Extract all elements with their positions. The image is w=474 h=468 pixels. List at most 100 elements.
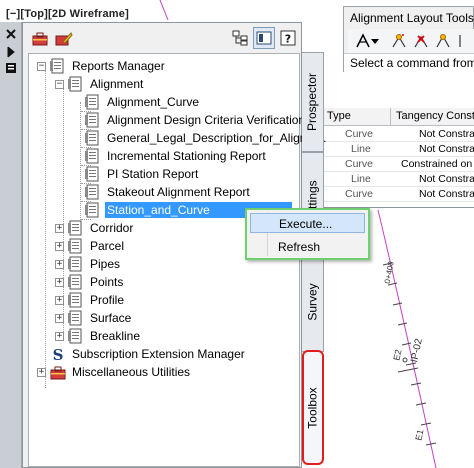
expand-icon[interactable]: + [37, 367, 46, 377]
auto-hide-icon[interactable] [6, 46, 16, 61]
alignment-tools-toolbar [348, 29, 474, 53]
tree-item-report[interactable]: Alignment Design Criteria Verification [85, 111, 307, 129]
report-folder-icon [68, 238, 84, 254]
subscription-s-icon: S [50, 346, 66, 364]
properties-icon[interactable] [5, 62, 17, 77]
menu-item-refresh[interactable]: Refresh [250, 237, 365, 257]
command-prompt-text: Select a command from the [350, 56, 474, 70]
report-icon [85, 166, 101, 182]
collapse-icon[interactable]: − [37, 61, 46, 71]
tree-label: Alignment Design Criteria Verification [107, 113, 306, 127]
tree-item-miscellaneous-utilities[interactable]: + Miscellaneous Utilities [37, 363, 192, 381]
expand-icon[interactable]: + [55, 259, 64, 269]
tree-item-profile[interactable]: + Profile [55, 291, 126, 309]
tree-item-pipes[interactable]: + Pipes [55, 255, 122, 273]
report-icon [85, 94, 101, 110]
tree-label: Subscription Extension Manager [72, 347, 245, 361]
help-icon[interactable]: ? [277, 27, 299, 49]
tree-label: PI Station Report [107, 167, 199, 181]
tree-label: Surface [90, 311, 132, 325]
alignment-layout-tools-window: Alignment Layout Tools Select a command … [343, 6, 474, 72]
tree-item-report[interactable]: General_Legal_Description_for_Alignm... [85, 129, 328, 147]
delete-pi-icon[interactable] [410, 30, 432, 52]
report-icon [85, 130, 101, 146]
report-folder-icon [68, 256, 84, 272]
report-icon [85, 112, 101, 128]
toolspace-title-strip [0, 22, 22, 468]
break-apart-pi-icon[interactable] [432, 30, 454, 52]
toolbox-icon [50, 364, 66, 380]
alignment-tools-status-bar: Select a command from the [344, 53, 474, 72]
tree-item-report[interactable]: Incremental Stationing Report [85, 147, 268, 165]
tree-item-parcel[interactable]: + Parcel [55, 237, 126, 255]
tab-prospector[interactable]: Prospector [302, 52, 324, 152]
grid-row[interactable]: Line Not Constrained [321, 142, 474, 157]
tree-label: Alignment_Curve [107, 95, 200, 109]
tree-label: Incremental Stationing Report [107, 149, 266, 163]
expand-icon[interactable]: + [55, 313, 64, 323]
tab-toolbox[interactable]: Toolbox [302, 350, 324, 465]
toolbox-tree: − Reports Manager − Alignment Alignment_… [28, 53, 326, 467]
grid-row[interactable]: Curve Constrained on Both [321, 157, 474, 172]
grid-row[interactable]: Curve Not Constrained [321, 127, 474, 142]
tree-label: Alignment [90, 77, 144, 91]
tree-item-report[interactable]: Stakeout Alignment Report [85, 183, 252, 201]
tree-label: Miscellaneous Utilities [72, 365, 191, 379]
expand-icon[interactable]: + [55, 241, 64, 251]
tree-item-corridor[interactable]: + Corridor [55, 219, 135, 237]
tree-label: Breakline [90, 329, 141, 343]
expand-icon[interactable]: + [55, 277, 64, 287]
svg-text:?: ? [285, 33, 291, 46]
tree-label: Stakeout Alignment Report [107, 185, 250, 199]
tree-item-report[interactable]: Alignment_Curve [85, 93, 201, 111]
report-folder-icon [68, 292, 84, 308]
edit-toolbox-icon[interactable] [53, 27, 75, 49]
reports-manager-icon [50, 58, 66, 74]
tree-item-reports-manager[interactable]: − Reports Manager [37, 57, 167, 75]
tree-item-report[interactable]: PI Station Report [85, 165, 200, 183]
grid-header-tangency[interactable]: Tangency Constraint [391, 108, 474, 126]
grid-row[interactable]: Curve Not Constrained [321, 187, 474, 202]
fixed-line-icon[interactable] [454, 30, 474, 52]
grid-row[interactable]: Line Not Constrained [321, 172, 474, 187]
report-folder-icon [68, 76, 84, 92]
tab-survey[interactable]: Survey [302, 252, 324, 352]
dropdown-arrow-icon[interactable] [368, 30, 382, 52]
toolbox-manager-icon[interactable] [29, 27, 51, 49]
menu-item-execute[interactable]: Execute... [250, 213, 365, 233]
context-menu: Execute... Refresh [245, 208, 370, 260]
tree-label: Reports Manager [72, 59, 165, 73]
viewport-controls-label[interactable]: [−][Top][2D Wireframe] [6, 8, 129, 20]
report-folder-icon [68, 220, 84, 236]
report-icon [85, 202, 101, 218]
report-folder-icon [68, 328, 84, 344]
tree-item-alignment[interactable]: − Alignment [55, 75, 145, 93]
tree-item-surface[interactable]: + Surface [55, 309, 133, 327]
tree-item-subscription-manager[interactable]: S Subscription Extension Manager [37, 345, 247, 364]
expand-icon[interactable]: + [55, 295, 64, 305]
close-icon[interactable] [5, 28, 17, 43]
item-view-icon[interactable] [253, 27, 275, 49]
tree-label: Corridor [90, 221, 134, 235]
expand-icon[interactable]: + [55, 223, 64, 233]
grid-header-type[interactable]: Type [321, 108, 391, 126]
alignment-line-top [159, 0, 169, 21]
toolspace-toolbar: ? [23, 23, 301, 53]
collapse-icon[interactable]: − [55, 79, 64, 89]
alignment-tools-title: Alignment Layout Tools [350, 11, 474, 25]
tree-item-points[interactable]: + Points [55, 273, 125, 291]
insert-pi-icon[interactable] [388, 30, 410, 52]
svg-text:S: S [53, 346, 64, 362]
report-folder-icon [68, 274, 84, 290]
alignment-entities-grid: Type Tangency Constraint Curve Not Const… [320, 108, 474, 208]
tree-item-breakline[interactable]: + Breakline [55, 327, 142, 345]
tree-label: Parcel [90, 239, 125, 253]
report-icon [85, 148, 101, 164]
expand-icon[interactable]: + [55, 331, 64, 341]
hierarchy-icon[interactable] [229, 27, 251, 49]
tree-label: Pipes [90, 257, 121, 271]
tree-label: General_Legal_Description_for_Alignm... [107, 131, 327, 145]
alignment-line-main [377, 209, 437, 468]
tree-label: Profile [90, 293, 125, 307]
tree-label: Points [90, 275, 124, 289]
